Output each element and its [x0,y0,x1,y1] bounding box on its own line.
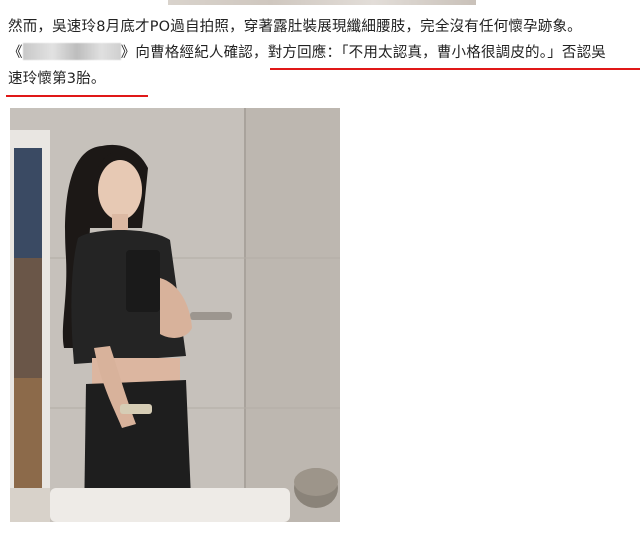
photo-illustration [10,108,340,522]
highlight-underline-2 [6,95,148,97]
article-line-1: 然而，吳速玲8月底才PO過自拍照，穿著露肚裝展現纖細腰肢，完全沒有任何懷孕跡象。 [8,14,634,40]
article-line-1-text: 然而，吳速玲8月底才PO過自拍照，穿著露肚裝展現纖細腰肢，完全沒有任何懷孕跡象。 [8,19,582,35]
article-line-2: 《 》向曹格經紀人確認，對方回應：「不用太認真，曹小格很調皮的。」否認吳 [8,40,634,66]
previous-image-edge [168,0,476,5]
article-line-2-text: 》向曹格經紀人確認，對方回應：「不用太認真，曹小格很調皮的。」否認吳 [120,45,606,61]
mirror-selfie-photo [10,108,340,522]
quote-open-bracket: 《 [8,45,23,61]
article-line-3-text: 速玲懷第3胎。 [8,71,106,87]
censored-media-name [22,43,121,60]
article-paragraph: 然而，吳速玲8月底才PO過自拍照，穿著露肚裝展現纖細腰肢，完全沒有任何懷孕跡象。… [8,14,634,92]
highlight-underline-1 [270,68,640,70]
